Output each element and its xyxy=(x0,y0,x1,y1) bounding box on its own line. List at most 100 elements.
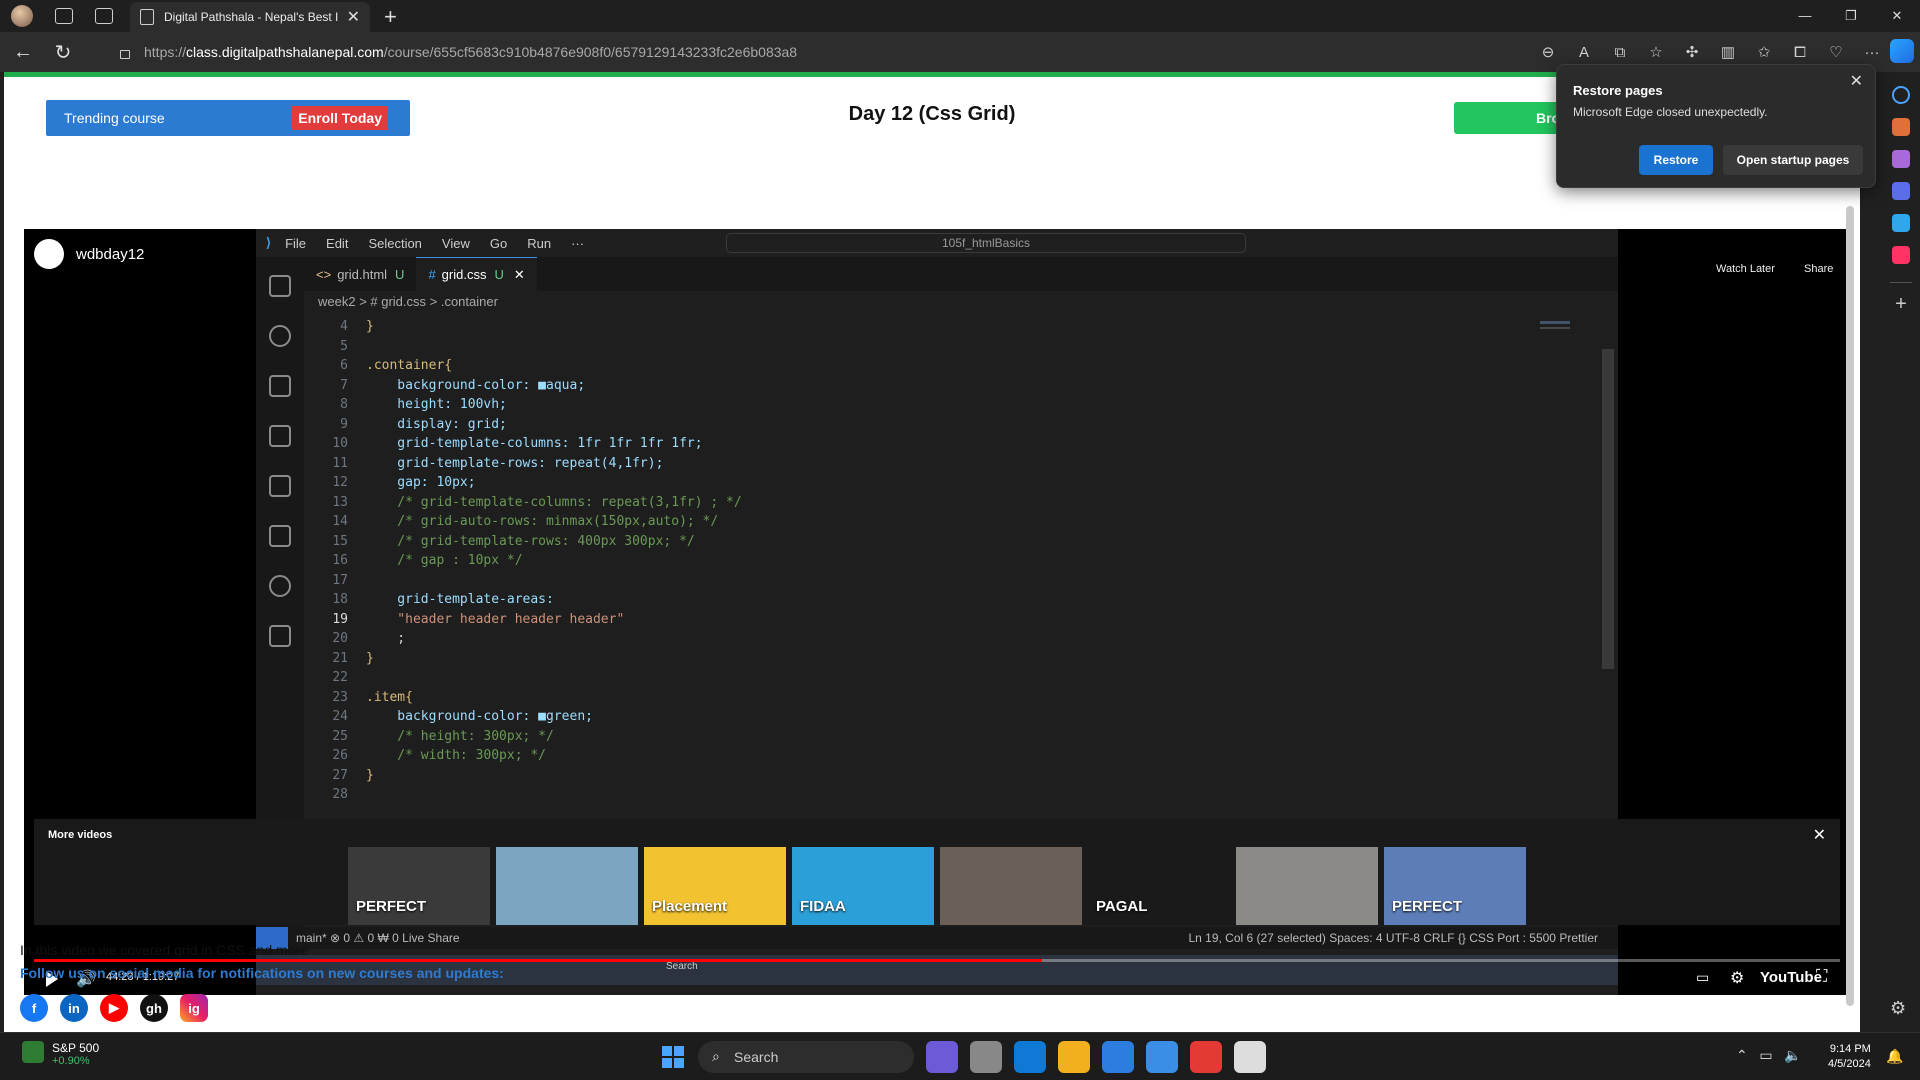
close-code-tab-icon: ✕ xyxy=(513,266,525,282)
github-icon[interactable]: gh xyxy=(140,994,168,1022)
favorite-star-icon[interactable]: ☆ xyxy=(1638,43,1674,61)
stock-widget[interactable]: S&P 500 +0.90% xyxy=(22,1041,99,1067)
open-startup-pages-button[interactable]: Open startup pages xyxy=(1723,145,1863,175)
read-aloud-icon[interactable]: A xyxy=(1566,44,1602,61)
search-icon[interactable] xyxy=(1892,86,1910,104)
browser-tab[interactable]: Digital Pathshala - Nepal's Best I ✕ xyxy=(130,2,370,32)
taskbar-app-icon[interactable] xyxy=(1146,1041,1178,1073)
url-protocol: https:// xyxy=(144,44,187,60)
notification-bell-icon[interactable]: 🔔 xyxy=(1886,1048,1903,1065)
remote-explorer-icon xyxy=(269,525,291,547)
extensions-code-icon xyxy=(269,475,291,497)
taskbar-app-icon[interactable] xyxy=(1102,1041,1134,1073)
more-videos-title: More videos xyxy=(48,829,113,841)
restore-button[interactable]: Restore xyxy=(1639,145,1713,175)
youtube-icon[interactable]: ▶ xyxy=(100,994,128,1022)
code-line: 5 xyxy=(304,339,1564,359)
close-more-videos-icon[interactable]: ✕ xyxy=(1813,825,1826,845)
extensions-icon[interactable]: ✣ xyxy=(1674,43,1710,61)
favorites-icon[interactable]: ✩ xyxy=(1746,43,1782,61)
taskbar-app-icon[interactable] xyxy=(1014,1041,1046,1073)
address-bar[interactable]: https:// class.digitalpathshalanepal.com… xyxy=(110,38,1450,66)
code-line: 15 /* grid-template-rows: 400px 300px; *… xyxy=(304,534,1564,554)
video-thumbnail[interactable]: PERFECT xyxy=(1384,847,1526,925)
collections-icon[interactable]: ⧠ xyxy=(1782,44,1818,61)
instagram-icon[interactable]: ig xyxy=(180,994,208,1022)
settings-icon[interactable]: ⚙ xyxy=(1730,968,1744,988)
close-popup-icon[interactable]: ✕ xyxy=(1850,71,1863,91)
split-screen-icon[interactable]: ▥ xyxy=(1710,43,1746,61)
lock-icon[interactable] xyxy=(120,49,130,59)
system-tray[interactable]: ⌃ ▭ 🔈 xyxy=(1736,1047,1802,1064)
video-thumbnail[interactable] xyxy=(1236,847,1378,925)
video-player[interactable]: ⟩ File Edit Selection View Go Run ··· 10… xyxy=(24,229,1850,995)
taskbar-app-icon[interactable] xyxy=(970,1041,1002,1073)
channel-name[interactable]: wdbday12 xyxy=(76,246,144,263)
fullscreen-icon[interactable]: ⛶ xyxy=(1816,968,1827,986)
profile-avatar[interactable] xyxy=(11,5,33,27)
taskbar-app-icon[interactable] xyxy=(926,1041,958,1073)
social-links: f in ▶ gh ig xyxy=(20,994,220,1022)
html-file-icon: <> xyxy=(316,266,332,282)
code-text: background-color: ■green; xyxy=(366,709,593,724)
video-thumbnail[interactable]: PERFECT xyxy=(348,847,490,925)
taskbar-clock[interactable]: 9:14 PM 4/5/2024 xyxy=(1828,1042,1871,1072)
app-available-icon[interactable]: ⧉ xyxy=(1602,44,1638,61)
clock-date: 4/5/2024 xyxy=(1828,1058,1871,1070)
video-thumbnail[interactable]: Placement xyxy=(644,847,786,925)
facebook-icon[interactable]: f xyxy=(20,994,48,1022)
line-number: 28 xyxy=(332,787,348,802)
send-icon[interactable] xyxy=(1892,214,1910,232)
channel-avatar[interactable] xyxy=(34,239,64,269)
browser-essentials-icon[interactable]: ♡ xyxy=(1818,43,1854,61)
code-text: /* grid-auto-rows: minmax(150px,auto); *… xyxy=(366,514,719,529)
thumbnail-label: PERFECT xyxy=(356,898,427,915)
close-window-icon[interactable]: ✕ xyxy=(1874,0,1920,32)
watch-later-button[interactable]: Watch Later xyxy=(1716,263,1775,275)
page-scroll-thumb[interactable] xyxy=(1846,206,1854,1006)
video-thumbnail[interactable]: FIDAA xyxy=(792,847,934,925)
linkedin-icon[interactable]: in xyxy=(60,994,88,1022)
youtube-logo[interactable]: YouTube xyxy=(1760,969,1822,986)
code-line: 9 display: grid; xyxy=(304,417,1564,437)
workspaces-icon[interactable] xyxy=(55,8,73,24)
taskbar-app-icon[interactable] xyxy=(1190,1041,1222,1073)
video-thumbnail[interactable] xyxy=(496,847,638,925)
tab-actions-icon[interactable] xyxy=(95,8,113,24)
code-text: /* grid-template-rows: 400px 300px; */ xyxy=(366,533,695,549)
new-tab-icon[interactable]: + xyxy=(384,4,397,30)
restore-window-icon[interactable]: ❐ xyxy=(1828,0,1874,32)
page-scrollbar[interactable] xyxy=(1842,72,1856,1032)
share-button[interactable]: Share xyxy=(1804,263,1833,275)
captions-icon[interactable]: ▭ xyxy=(1696,969,1709,986)
close-tab-icon[interactable]: ✕ xyxy=(347,7,360,27)
vscode-status-bar: main* ⊗ 0 ⚠ 0 ₩ 0 Live Share Ln 19, Col … xyxy=(256,927,1618,949)
taskbar-app-icon[interactable] xyxy=(1058,1041,1090,1073)
video-thumbnail[interactable] xyxy=(940,847,1082,925)
thumbnail-label: PAGAL xyxy=(1096,898,1148,915)
video-progress-bar[interactable] xyxy=(34,959,1840,962)
add-sidebar-app-icon[interactable]: + xyxy=(1882,293,1920,316)
tools-icon[interactable] xyxy=(1892,118,1910,136)
copilot-sidebar-icon[interactable] xyxy=(1892,182,1910,200)
taskbar-app-icon[interactable] xyxy=(1234,1041,1266,1073)
refresh-icon[interactable]: ↻ xyxy=(46,40,80,65)
taskbar-search[interactable]: ⌕ Search xyxy=(698,1041,914,1073)
start-windows-icon[interactable] xyxy=(662,1046,684,1068)
copilot-icon[interactable] xyxy=(1890,39,1914,63)
zoom-icon[interactable]: ⊖ xyxy=(1530,43,1566,61)
stock-icon xyxy=(22,1041,44,1063)
more-options-icon[interactable]: ··· xyxy=(1854,44,1890,61)
tiktok-icon[interactable] xyxy=(1892,246,1910,264)
back-icon[interactable]: ← xyxy=(6,41,40,64)
channel-info[interactable]: wdbday12 xyxy=(34,239,144,269)
video-thumbnail[interactable]: PAGAL xyxy=(1088,847,1230,925)
code-text: background-color: ■aqua; xyxy=(366,377,586,393)
code-line: 16 /* gap : 10px */ xyxy=(304,553,1564,573)
games-icon[interactable] xyxy=(1892,150,1910,168)
minimize-icon[interactable]: — xyxy=(1782,0,1828,32)
sidebar-settings-icon[interactable]: ⚙ xyxy=(1890,998,1906,1019)
line-number: 12 xyxy=(332,475,348,490)
popup-message: Microsoft Edge closed unexpectedly. xyxy=(1573,105,1768,119)
code-text: /* grid-template-columns: repeat(3,1fr) … xyxy=(366,494,742,510)
